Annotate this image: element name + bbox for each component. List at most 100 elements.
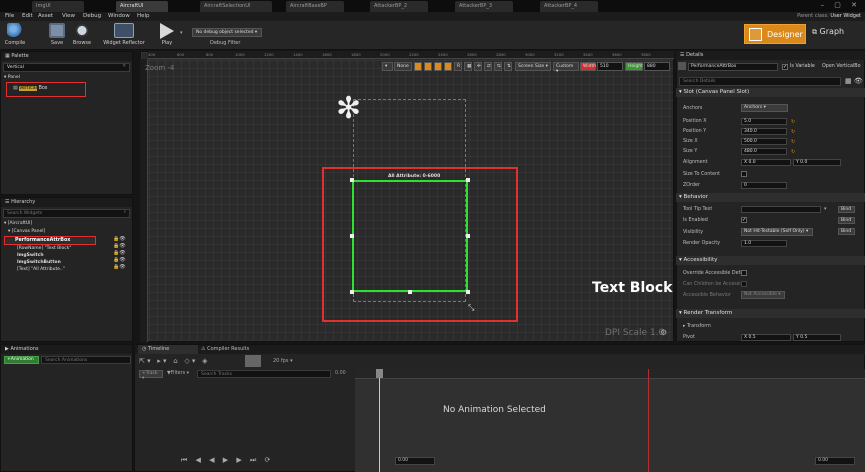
animations-search-input[interactable]: Search Animations bbox=[41, 356, 131, 364]
position-x-input[interactable]: 5.0 bbox=[741, 118, 787, 125]
playback-controls[interactable]: ⏮ ◀ ◀ ▶ ▶ ⏭ ⟳ bbox=[181, 456, 273, 465]
playhead-handle[interactable] bbox=[376, 369, 383, 378]
palette-item-vertical-box[interactable]: ▤ Vertical Box bbox=[6, 82, 86, 97]
render-opacity-input[interactable]: 1.0 bbox=[741, 240, 787, 247]
browse-button[interactable]: Browse bbox=[70, 23, 94, 46]
flow-icon[interactable]: ⇄ bbox=[484, 62, 492, 71]
menu-debug[interactable]: Debug bbox=[83, 13, 101, 19]
widget-name-input[interactable]: PerformanceAttrBox bbox=[688, 63, 778, 71]
tab-compiler-results[interactable]: ⚠ Compiler Results bbox=[201, 346, 249, 352]
position-y-input[interactable]: 340.0 bbox=[741, 128, 787, 135]
resize-handle[interactable] bbox=[466, 290, 470, 294]
grid-icon[interactable]: ▦ bbox=[464, 62, 472, 71]
menu-window[interactable]: Window bbox=[108, 13, 130, 19]
tooltip-bind-button[interactable]: Bind bbox=[838, 206, 855, 213]
resize-handle[interactable] bbox=[350, 234, 354, 238]
layout-icon[interactable]: ✣ bbox=[474, 62, 482, 71]
snap-orange-2[interactable] bbox=[424, 62, 432, 71]
widget-reflector-button[interactable]: Widget Reflector bbox=[102, 23, 146, 46]
all-attribute-text[interactable]: All Attribute: 0-6000 bbox=[388, 174, 440, 179]
height-input[interactable]: 880 bbox=[644, 62, 670, 71]
snap-orange-4[interactable] bbox=[444, 62, 452, 71]
menu-help[interactable]: Help bbox=[137, 13, 150, 19]
tab-aircraftbasebp[interactable]: AircraftBaseBP bbox=[286, 1, 344, 12]
size-to-content-checkbox[interactable] bbox=[741, 171, 747, 177]
menu-asset[interactable]: Asset bbox=[38, 13, 53, 19]
tree-row-aircraftui[interactable]: ▾ [AircraftUI] bbox=[4, 221, 32, 228]
slot-section-header[interactable]: ▾ Slot (Canvas Panel Slot) bbox=[676, 88, 865, 97]
pivot-y-input[interactable]: Y 0.5 bbox=[793, 334, 841, 341]
play-button[interactable]: Play bbox=[156, 23, 178, 46]
visibility-eye-icons[interactable]: 🔒👁 🔒👁 🔒👁 🔒👁 🔒👁 bbox=[113, 236, 126, 271]
tree-row-performanceattrbox[interactable]: PerformanceAttrBox bbox=[4, 236, 96, 245]
width-input[interactable]: 510 bbox=[597, 62, 623, 71]
timeline-end-input[interactable]: 0.00 bbox=[815, 457, 855, 465]
tree-row-imgswitchbutton[interactable]: ImgSwitchButton bbox=[17, 260, 61, 267]
text-block-widget[interactable]: Text Block bbox=[592, 280, 672, 296]
snap-orange-3[interactable] bbox=[434, 62, 442, 71]
tab-attackerbp-3[interactable]: AttackerBP_3 bbox=[455, 1, 513, 12]
filters-dropdown[interactable]: ▼Filters ▾ bbox=[167, 371, 189, 376]
resize-handle[interactable] bbox=[350, 178, 354, 182]
resize-handle[interactable] bbox=[466, 178, 470, 182]
alignment-x-input[interactable]: X 0.0 bbox=[741, 159, 791, 166]
alignment-y-input[interactable]: Y 0.0 bbox=[793, 159, 841, 166]
is-enabled-bind-button[interactable]: Bind bbox=[838, 217, 855, 224]
tab-attackerbp-2[interactable]: AttackerBP_2 bbox=[370, 1, 428, 12]
view-options-icons[interactable]: ▦ 👁 bbox=[845, 77, 863, 85]
menu-edit[interactable]: Edit bbox=[22, 13, 33, 19]
zorder-input[interactable]: 0 bbox=[741, 182, 787, 189]
open-vertical-box-link[interactable]: Open VerticalBo bbox=[822, 64, 861, 69]
window-controls[interactable]: – ▢ ✕ bbox=[821, 1, 861, 9]
tab-aircraftui[interactable]: AircraftUI bbox=[116, 1, 168, 12]
resize-handle[interactable] bbox=[466, 234, 470, 238]
resize-handle[interactable] bbox=[408, 290, 412, 294]
key-color-swatch[interactable] bbox=[245, 355, 261, 367]
menu-view[interactable]: View bbox=[62, 13, 75, 19]
tracks-search-input[interactable]: Search Tracks bbox=[197, 370, 331, 378]
is-variable-checkbox[interactable]: ✓ bbox=[782, 64, 788, 70]
snap-orange-1[interactable] bbox=[414, 62, 422, 71]
add-animation-button[interactable]: +Animation bbox=[4, 356, 39, 364]
timeline-start-input[interactable]: 0.00 bbox=[395, 457, 435, 465]
graph-mode-button[interactable]: ⧉ Graph bbox=[812, 27, 844, 37]
behavior-section-header[interactable]: ▾ Behavior bbox=[676, 193, 865, 202]
reset-arrows-icon[interactable]: ↻ ↻ ↻ ↻ bbox=[791, 117, 795, 157]
render-transform-section-header[interactable]: ▾ Render Transform bbox=[676, 309, 865, 318]
dpi-settings-icon[interactable]: ⚙ bbox=[660, 328, 667, 337]
transform-label[interactable]: ▸ Transform bbox=[683, 324, 711, 329]
performance-attr-box-widget[interactable] bbox=[352, 180, 468, 292]
resize-handle[interactable] bbox=[350, 290, 354, 294]
time-ruler[interactable] bbox=[355, 369, 865, 379]
accessible-behavior-dropdown[interactable]: Not Accessible ▾ bbox=[741, 291, 785, 299]
screen-size-dropdown[interactable]: Screen Size ▾ bbox=[515, 62, 551, 71]
tab-attackerbp-4[interactable]: AttackerBP_4 bbox=[540, 1, 598, 12]
palette-search-input[interactable]: Vertical ✕ bbox=[3, 63, 130, 72]
tab-aircraftselectionui[interactable]: AircraftSelectionUI bbox=[200, 1, 272, 12]
fps-dropdown[interactable]: 20 fps ▾ bbox=[273, 358, 293, 364]
visibility-bind-button[interactable]: Bind bbox=[838, 228, 855, 235]
tree-row-canvas-panel[interactable]: ▾ [Canvas Panel] bbox=[8, 229, 45, 236]
hierarchy-search-input[interactable]: Search Widgets ⌕ bbox=[3, 209, 130, 218]
clear-icon[interactable]: ✕ bbox=[122, 64, 126, 69]
palette-category-panel[interactable]: ▾ Panel bbox=[4, 75, 20, 82]
compile-button[interactable]: Compile bbox=[3, 23, 27, 46]
viewport-options-button[interactable]: ▾ bbox=[382, 62, 393, 71]
can-children-checkbox[interactable] bbox=[741, 281, 747, 287]
play-options-chevron-icon[interactable]: ▾ bbox=[180, 30, 183, 36]
tree-row-imgswitch[interactable]: ImgSwitch bbox=[17, 253, 44, 260]
tooltip-chevron-icon[interactable]: ▾ bbox=[824, 206, 827, 212]
tab-timeline[interactable]: ◷ Timeline bbox=[138, 345, 198, 354]
accessibility-section-header[interactable]: ▾ Accessibility bbox=[676, 256, 865, 265]
mirror-icon[interactable]: ⇆ bbox=[494, 62, 502, 71]
sort-icon[interactable]: ⇅ bbox=[504, 62, 512, 71]
debug-object-select[interactable]: No debug object selected ▾ bbox=[192, 28, 262, 37]
override-accessible-checkbox[interactable] bbox=[741, 270, 747, 276]
add-track-button[interactable]: +Track ▾ bbox=[139, 370, 163, 381]
details-search-input[interactable]: Search Details bbox=[679, 77, 841, 86]
tree-row-text-all-attribute[interactable]: [Text] "All Attribute.." bbox=[17, 267, 65, 274]
custom-dropdown[interactable]: Custom ▾ bbox=[553, 62, 579, 74]
anchors-dropdown[interactable]: Anchors ▾ bbox=[741, 104, 788, 112]
pivot-x-input[interactable]: X 0.5 bbox=[741, 334, 791, 341]
designer-mode-button[interactable]: Designer bbox=[744, 24, 806, 44]
